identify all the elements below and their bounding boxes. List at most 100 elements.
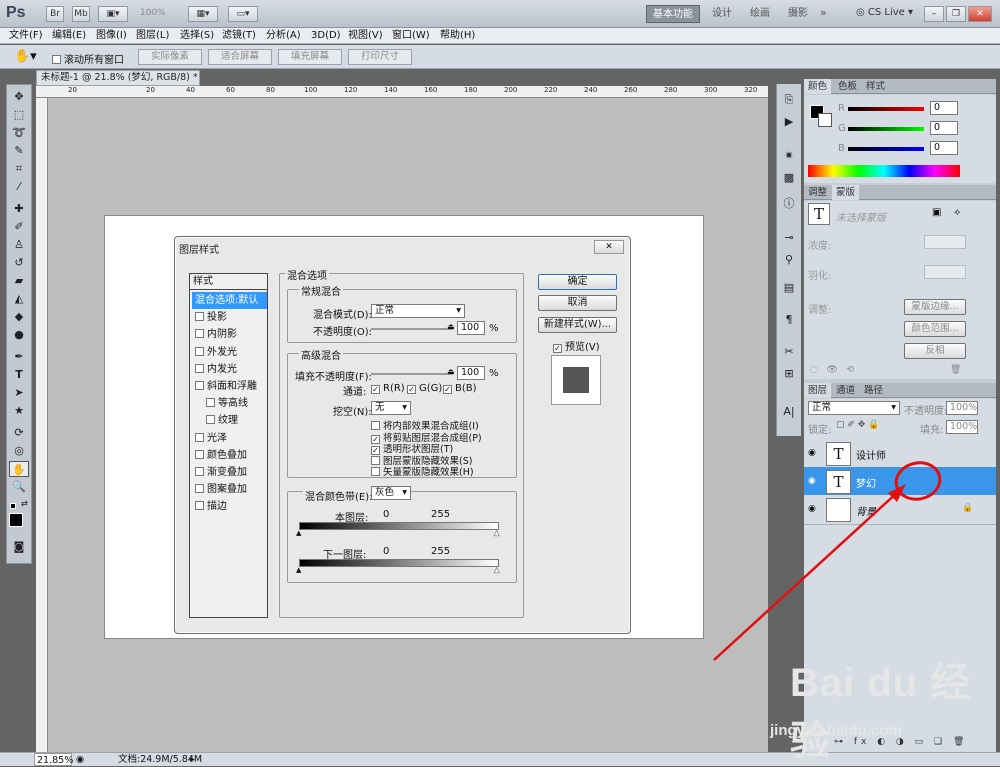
visibility-eye-icon[interactable]: ◉ <box>808 448 816 458</box>
zoom-tool-icon[interactable]: 🔍 <box>9 479 29 495</box>
history-panel-icon[interactable]: ⎘ <box>781 92 797 108</box>
style-item[interactable]: 纹理 <box>192 412 267 429</box>
scroll-all-windows-checkbox[interactable]: 滚动所有窗口 <box>52 51 124 66</box>
layer-row[interactable]: ◉ T 设计师 <box>804 439 996 469</box>
layer-name[interactable]: 设计师 <box>856 447 886 462</box>
paragraph-panel-icon[interactable]: ¶ <box>781 312 797 328</box>
advanced-option-checkbox[interactable]: 矢量蒙版隐藏效果(H) <box>371 464 474 478</box>
checkbox-icon[interactable] <box>195 346 204 356</box>
red-value[interactable]: 0 <box>930 101 958 115</box>
workspace-design[interactable]: 设计 <box>706 5 738 23</box>
foreground-color-swatch[interactable] <box>9 513 23 527</box>
style-item[interactable]: 内发光 <box>192 361 267 378</box>
layer-name[interactable]: 背景 <box>856 503 876 518</box>
character-panel-icon[interactable]: A| <box>781 404 797 420</box>
3d-orbit-icon[interactable]: ◎ <box>9 443 29 459</box>
layer-opacity-input[interactable]: 100% <box>946 401 978 415</box>
checkbox-icon[interactable] <box>195 467 204 476</box>
pen-tool-icon[interactable]: ✒ <box>9 349 29 365</box>
checkbox-icon[interactable] <box>195 501 204 511</box>
menu-image[interactable]: 图像(I) <box>96 28 127 44</box>
style-item[interactable]: 等高线 <box>192 395 267 412</box>
actual-pixels-button[interactable]: 实际像素 <box>138 49 202 65</box>
underlying-black-handle[interactable]: ▲ <box>296 566 301 574</box>
clone-stamp-icon[interactable]: ♙ <box>9 237 29 253</box>
new-style-button[interactable]: 新建样式(W)... <box>538 317 617 333</box>
fill-screen-button[interactable]: 填充屏幕 <box>278 49 342 65</box>
close-window-button[interactable]: ✕ <box>968 6 992 22</box>
zoom-input[interactable]: 21.85% <box>34 753 73 766</box>
menu-window[interactable]: 窗口(W) <box>392 28 430 44</box>
mask-footer-icons[interactable]: ◌ 👁 ⟲ <box>810 365 854 375</box>
default-colors-icon[interactable] <box>10 503 16 509</box>
color-range-button[interactable]: 颜色范围... <box>904 321 966 337</box>
workspace-essentials[interactable]: 基本功能 <box>646 5 700 23</box>
quick-select-tool-icon[interactable]: ✎ <box>9 143 29 159</box>
menu-analysis[interactable]: 分析(A) <box>266 28 301 44</box>
density-input[interactable] <box>924 235 966 249</box>
status-menu-icon[interactable]: ▸ <box>190 753 195 766</box>
menu-3d[interactable]: 3D(D) <box>311 28 341 44</box>
checkbox-icon[interactable] <box>195 381 204 390</box>
menu-file[interactable]: 文件(F) <box>9 28 43 44</box>
quick-mask-icon[interactable]: ◙ <box>9 539 29 555</box>
bridge-icon[interactable]: Br <box>46 6 64 22</box>
more-workspaces-icon[interactable]: » <box>820 6 827 19</box>
paint-bucket-icon[interactable]: ◭ <box>9 291 29 307</box>
style-item[interactable]: 颜色叠加 <box>192 447 267 464</box>
type-tool-icon[interactable]: T <box>9 367 29 383</box>
screen-mode-button[interactable]: ▭▾ <box>228 6 258 22</box>
checkbox-icon[interactable] <box>195 449 204 459</box>
marquee-tool-icon[interactable]: ⬚ <box>9 107 29 123</box>
fill-opacity-slider-handle[interactable]: ⏏ <box>447 367 455 376</box>
layer-row[interactable]: ◉ T 梦幻 <box>804 467 996 497</box>
knockout-select[interactable]: 无 ▾ <box>371 401 411 415</box>
fit-screen-button[interactable]: 适合屏幕 <box>208 49 272 65</box>
checkbox-icon[interactable] <box>195 484 204 494</box>
preview-checkbox[interactable]: ✓ 预览(V) <box>553 338 600 353</box>
tab-masks[interactable]: 蒙版 <box>832 185 860 200</box>
green-slider[interactable] <box>848 127 924 131</box>
status-icon[interactable]: ◉ <box>76 753 84 766</box>
fill-opacity-input[interactable]: 100 <box>457 366 485 380</box>
lock-icons[interactable]: ▢ ✐ ✥ 🔒 <box>836 420 879 430</box>
opacity-slider-handle[interactable]: ⏏ <box>447 322 455 331</box>
adjust-icon[interactable]: ⚲ <box>781 252 797 268</box>
layer-blend-mode-select[interactable]: 正常 ▾ <box>808 401 900 415</box>
dialog-close-button[interactable]: ✕ <box>594 240 624 254</box>
style-item[interactable]: 光泽 <box>192 430 267 447</box>
green-value[interactable]: 0 <box>930 121 958 135</box>
checkbox-icon[interactable] <box>195 432 204 442</box>
restore-button[interactable]: ❐ <box>946 6 966 22</box>
layer-name[interactable]: 梦幻 <box>856 475 876 490</box>
checkbox-icon[interactable] <box>206 398 215 408</box>
channel-r-checkbox[interactable]: ✓ R(R) <box>371 383 405 394</box>
layer-row[interactable]: ◉ 背景 🔒 <box>804 495 996 525</box>
this-layer-white-handle[interactable]: ▲ <box>494 529 500 538</box>
view-extras-button[interactable]: ▣▾ <box>98 6 128 22</box>
crop-tool-icon[interactable]: ⌗ <box>9 161 29 177</box>
hand-tool-icon[interactable]: ✋ <box>9 461 29 477</box>
ok-button[interactable]: 确定 <box>538 274 617 290</box>
tab-swatches[interactable]: 色板 <box>834 79 861 94</box>
style-item[interactable]: 投影 <box>192 309 267 326</box>
dodge-tool-icon[interactable]: ● <box>9 327 29 343</box>
arrange-documents-button[interactable]: ▦▾ <box>188 6 218 22</box>
this-layer-gradient[interactable] <box>299 522 499 530</box>
tab-adjustments[interactable]: 调整 <box>804 185 831 200</box>
tool-presets-icon[interactable]: ✷ <box>781 148 797 164</box>
move-tool-icon[interactable]: ✥ <box>9 89 29 105</box>
tab-channels[interactable]: 通道 <box>832 383 859 398</box>
brushes-panel-icon[interactable]: ▩ <box>781 170 797 186</box>
blend-mode-select[interactable]: 正常 ▾ <box>371 304 465 318</box>
menu-select[interactable]: 选择(S) <box>180 28 214 44</box>
underlying-white-handle[interactable]: ▲ <box>494 566 500 575</box>
style-item[interactable]: 混合选项:默认 <box>192 292 267 309</box>
blue-slider[interactable] <box>848 147 924 151</box>
blend-if-select[interactable]: 灰色 ▾ <box>371 486 411 500</box>
tab-styles[interactable]: 样式 <box>862 79 889 94</box>
style-item[interactable]: 渐变叠加 <box>192 464 267 481</box>
menu-view[interactable]: 视图(V) <box>348 28 383 44</box>
visibility-eye-icon[interactable]: ◉ <box>808 504 816 514</box>
blue-value[interactable]: 0 <box>930 141 958 155</box>
